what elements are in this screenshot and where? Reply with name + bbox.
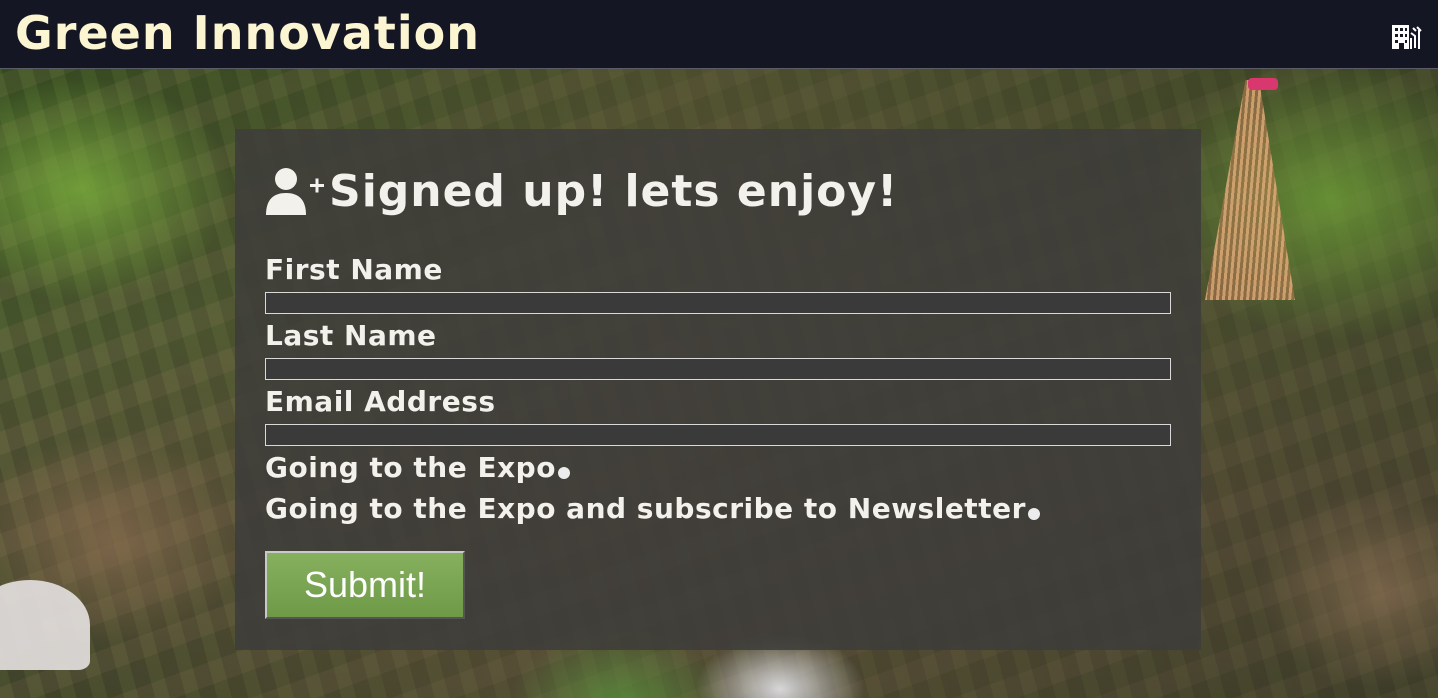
top-bar: Green Innovation — [0, 0, 1438, 69]
form-heading-text: Signed up! lets enjoy! — [329, 165, 899, 217]
option-expo-newsletter-radio[interactable] — [1027, 507, 1040, 520]
signup-panel: Signed up! lets enjoy! First Name Last N… — [235, 129, 1201, 650]
form-heading: Signed up! lets enjoy! — [265, 163, 898, 219]
email-label: Email Address — [265, 385, 496, 418]
first-name-label: First Name — [265, 253, 443, 286]
last-name-label: Last Name — [265, 319, 437, 352]
option-expo-label: Going to the Expo — [265, 451, 556, 484]
tassel-band-decoration — [1248, 78, 1278, 90]
option-expo-newsletter-label: Going to the Expo and subscribe to Newsl… — [265, 492, 1026, 525]
option-expo-radio[interactable] — [557, 466, 570, 479]
option-expo-newsletter[interactable]: Going to the Expo and subscribe to Newsl… — [265, 492, 1040, 525]
option-expo[interactable]: Going to the Expo — [265, 451, 570, 484]
first-name-input[interactable] — [265, 292, 1171, 314]
site-title[interactable]: Green Innovation — [15, 6, 480, 60]
building-icon[interactable] — [1391, 24, 1423, 50]
last-name-input[interactable] — [265, 358, 1171, 380]
user-plus-icon — [266, 168, 324, 215]
email-input[interactable] — [265, 424, 1171, 446]
submit-button[interactable]: Submit! — [265, 551, 465, 619]
